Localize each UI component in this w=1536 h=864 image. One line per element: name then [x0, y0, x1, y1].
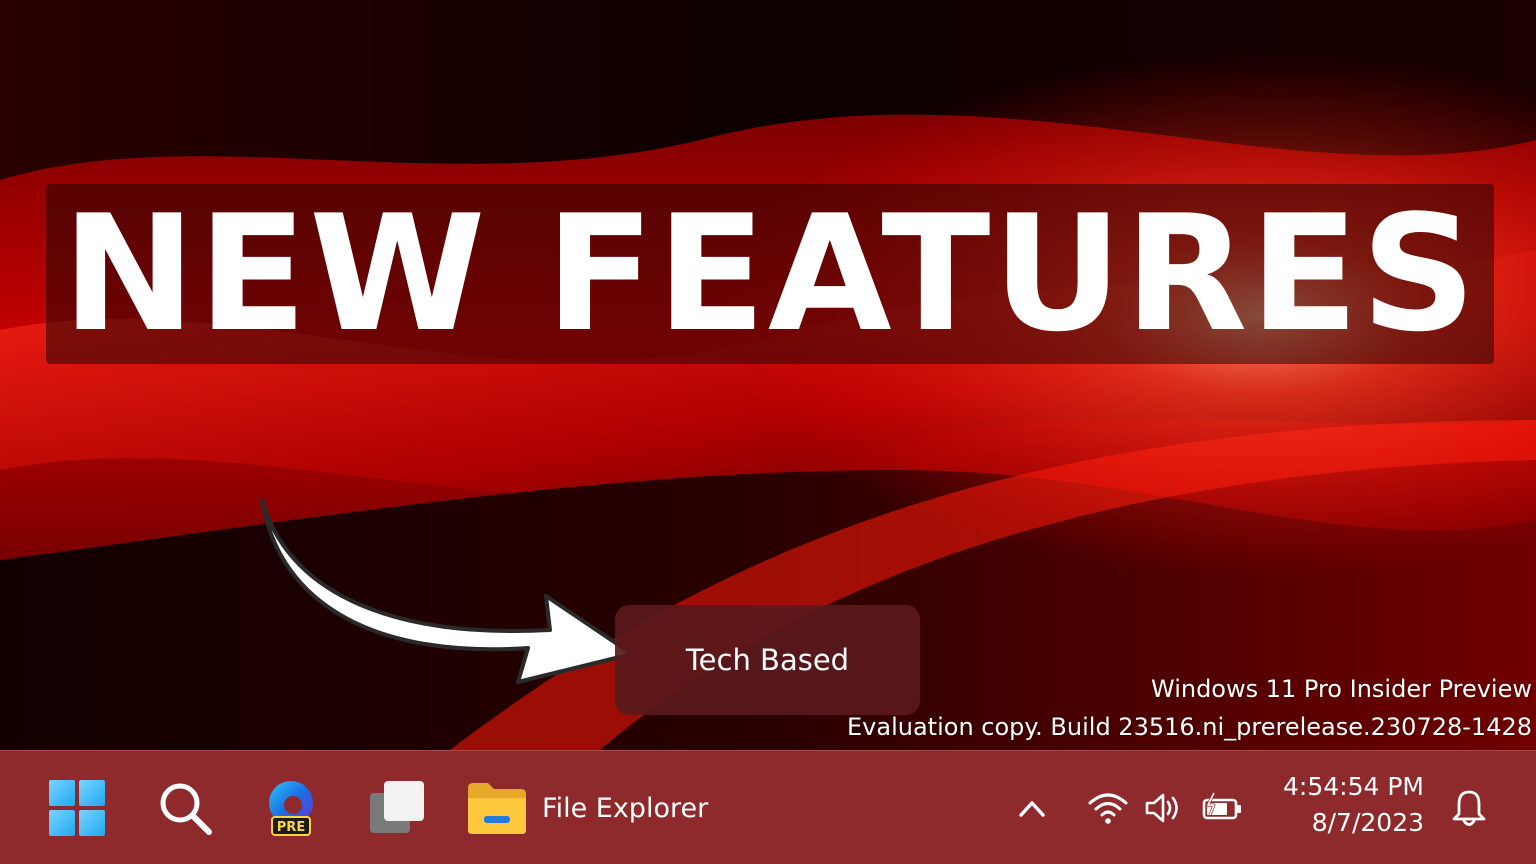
- search-button[interactable]: [150, 773, 220, 843]
- file-explorer-button[interactable]: File Explorer: [466, 773, 726, 843]
- curved-arrow-icon: [260, 498, 634, 684]
- bell-icon: [1452, 790, 1486, 826]
- battery-charging-icon: [1202, 792, 1241, 820]
- clock-time: 4:54:54 PM: [1283, 772, 1424, 801]
- search-icon: [160, 783, 212, 835]
- battery-button[interactable]: [1200, 786, 1244, 830]
- edge-preview-button[interactable]: PRE: [256, 773, 326, 843]
- file-explorer-label: File Explorer: [542, 792, 709, 824]
- wifi-icon: [1088, 793, 1128, 824]
- edge-pre-badge: PRE: [277, 820, 305, 835]
- start-button[interactable]: [42, 773, 112, 843]
- watermark-line-1: Windows 11 Pro Insider Preview: [1150, 675, 1532, 703]
- headline-banner: NEW FEATURES: [46, 184, 1494, 364]
- task-view-button[interactable]: [362, 773, 432, 843]
- clock-button[interactable]: 4:54:54 PM 8/7/2023: [1262, 769, 1424, 841]
- taskbar: PRE File Explorer 4:54:54 PM 8/7/2023: [0, 750, 1536, 864]
- chevron-up-icon: [1019, 801, 1045, 817]
- network-button[interactable]: [1086, 786, 1130, 830]
- task-view-icon: [370, 781, 424, 833]
- volume-icon: [1145, 793, 1178, 823]
- clock-date: 8/7/2023: [1311, 808, 1424, 837]
- folder-icon: [468, 783, 526, 834]
- desktop: NEW FEATURES Tech Based Windows 11 Pro I…: [0, 0, 1536, 750]
- evaluation-watermark: Windows 11 Pro Insider Preview Evaluatio…: [847, 670, 1532, 746]
- tooltip-text: Tech Based: [685, 643, 850, 677]
- watermark-line-2: Evaluation copy. Build 23516.ni_prerelea…: [847, 713, 1532, 741]
- notification-button[interactable]: [1446, 785, 1492, 831]
- headline-text: NEW FEATURES: [61, 180, 1479, 367]
- show-hidden-icons-button[interactable]: [1010, 786, 1054, 830]
- edge-icon: PRE: [269, 781, 313, 836]
- volume-button[interactable]: [1142, 786, 1186, 830]
- windows-logo-icon: [49, 780, 105, 836]
